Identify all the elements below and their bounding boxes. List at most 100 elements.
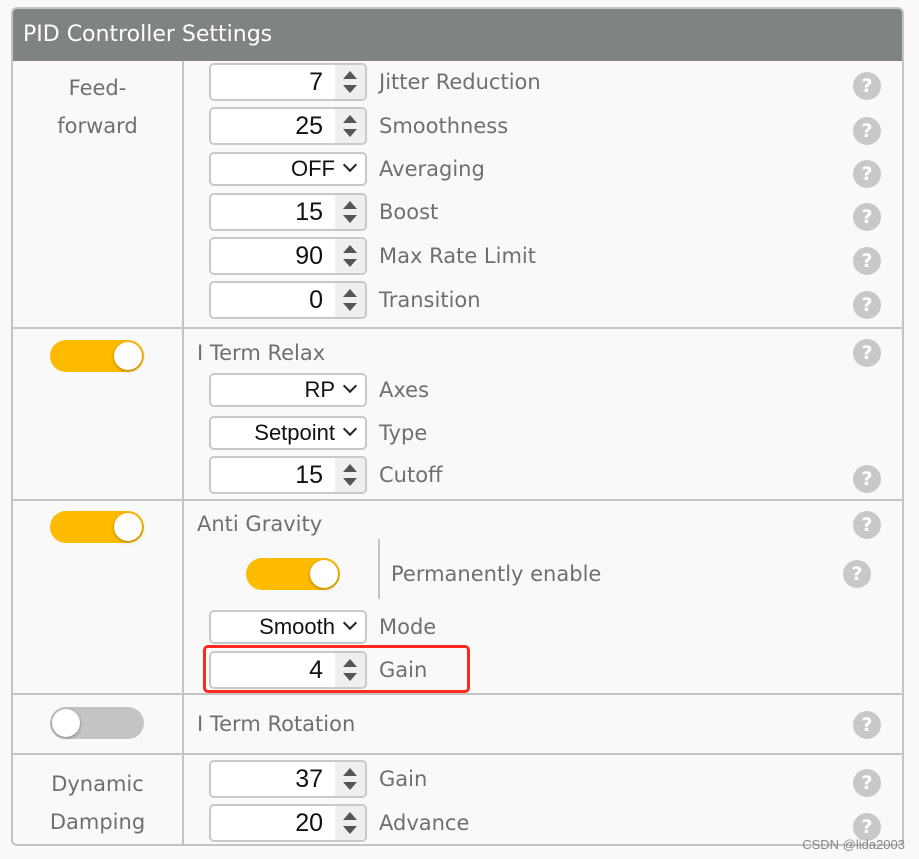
dynamic-damping-label-line1: Dynamic <box>51 772 144 796</box>
spin-down-icon[interactable] <box>343 129 357 137</box>
smoothness-input[interactable]: 25 <box>209 107 367 145</box>
dynamic-damping-label-cell: Dynamic Damping <box>13 755 184 844</box>
iterm-relax-toggle-cell <box>13 329 184 501</box>
mode-select[interactable]: Smooth <box>209 610 367 644</box>
axes-label: Axes <box>379 378 430 402</box>
max-rate-limit-spinner[interactable] <box>335 239 365 273</box>
jitter-reduction-input[interactable]: 7 <box>209 63 367 101</box>
spin-down-icon[interactable] <box>343 826 357 834</box>
annotation-highlight-box <box>203 645 470 693</box>
dynamic-damping-section: Dynamic Damping 37 Gain ? 20 Advance ? <box>13 753 902 844</box>
iterm-rotation-toggle[interactable] <box>50 707 144 739</box>
transition-spinner[interactable] <box>335 283 365 317</box>
iterm-rotation-title: I Term Rotation <box>197 712 356 736</box>
spin-down-icon[interactable] <box>343 478 357 486</box>
max-rate-limit-input[interactable]: 90 <box>209 237 367 275</box>
help-icon[interactable]: ? <box>853 160 881 188</box>
toggle-knob <box>114 342 142 370</box>
help-icon[interactable]: ? <box>853 203 881 231</box>
toggle-knob <box>310 560 338 588</box>
permanently-enable-toggle[interactable] <box>246 558 340 590</box>
help-icon[interactable]: ? <box>853 291 881 319</box>
boost-value: 15 <box>295 198 323 226</box>
divider <box>378 539 380 599</box>
spin-down-icon[interactable] <box>343 85 357 93</box>
dynamic-damping-gain-input[interactable]: 37 <box>209 760 367 798</box>
anti-gravity-toggle[interactable] <box>50 511 144 543</box>
averaging-value: OFF <box>291 156 335 181</box>
boost-spinner[interactable] <box>335 195 365 229</box>
type-value: Setpoint <box>254 420 335 445</box>
cutoff-label: Cutoff <box>379 463 443 487</box>
dynamic-damping-advance-spinner[interactable] <box>335 806 365 840</box>
anti-gravity-title: Anti Gravity <box>197 512 323 536</box>
dynamic-damping-advance-value: 20 <box>295 809 323 837</box>
feedforward-section: Feed- forward 7 Jitter Reduction ? 25 Sm… <box>13 61 902 329</box>
spin-up-icon[interactable] <box>343 115 357 123</box>
transition-value: 0 <box>309 286 323 314</box>
help-icon[interactable]: ? <box>853 769 881 797</box>
feedforward-label-line2: forward <box>57 114 138 138</box>
spin-down-icon[interactable] <box>343 303 357 311</box>
help-icon[interactable]: ? <box>853 465 881 493</box>
dynamic-damping-advance-label: Advance <box>379 811 470 835</box>
spin-up-icon[interactable] <box>343 812 357 820</box>
spin-up-icon[interactable] <box>343 245 357 253</box>
cutoff-spinner[interactable] <box>335 458 365 492</box>
help-icon[interactable]: ? <box>853 511 881 539</box>
feedforward-label-line1: Feed- <box>68 76 127 100</box>
mode-value: Smooth <box>259 614 335 639</box>
mode-label: Mode <box>379 615 437 639</box>
boost-label: Boost <box>379 200 439 224</box>
smoothness-spinner[interactable] <box>335 109 365 143</box>
spin-up-icon[interactable] <box>343 768 357 776</box>
chevron-down-icon <box>342 615 358 631</box>
toggle-knob <box>52 709 80 737</box>
iterm-relax-section: I Term Relax ? RP Axes Setpoint Type 15 … <box>13 327 902 501</box>
dynamic-damping-advance-input[interactable]: 20 <box>209 804 367 842</box>
spin-up-icon[interactable] <box>343 289 357 297</box>
help-icon[interactable]: ? <box>853 117 881 145</box>
cutoff-input[interactable]: 15 <box>209 456 367 494</box>
spin-up-icon[interactable] <box>343 201 357 209</box>
max-rate-limit-label: Max Rate Limit <box>379 244 536 268</box>
spin-down-icon[interactable] <box>343 259 357 267</box>
smoothness-value: 25 <box>295 112 323 140</box>
help-icon[interactable]: ? <box>853 339 881 367</box>
averaging-select[interactable]: OFF <box>209 152 367 186</box>
panel-title: PID Controller Settings <box>13 9 902 61</box>
anti-gravity-toggle-cell <box>13 501 184 695</box>
transition-input[interactable]: 0 <box>209 281 367 319</box>
spin-up-icon[interactable] <box>343 71 357 79</box>
help-icon[interactable]: ? <box>843 560 871 588</box>
help-icon[interactable]: ? <box>853 72 881 100</box>
type-select[interactable]: Setpoint <box>209 416 367 450</box>
dynamic-damping-gain-value: 37 <box>295 765 323 793</box>
pid-controller-settings-panel: PID Controller Settings Feed- forward 7 … <box>11 7 904 846</box>
boost-input[interactable]: 15 <box>209 193 367 231</box>
permanently-enable-label: Permanently enable <box>391 562 602 586</box>
dynamic-damping-gain-label: Gain <box>379 767 428 791</box>
help-icon[interactable]: ? <box>853 711 881 739</box>
max-rate-limit-value: 90 <box>295 242 323 270</box>
jitter-reduction-spinner[interactable] <box>335 65 365 99</box>
dynamic-damping-label-line2: Damping <box>49 810 146 834</box>
smoothness-label: Smoothness <box>379 114 509 138</box>
iterm-rotation-section: I Term Rotation ? <box>13 693 902 755</box>
spin-down-icon[interactable] <box>343 215 357 223</box>
axes-select[interactable]: RP <box>209 373 367 407</box>
iterm-relax-toggle[interactable] <box>50 340 144 372</box>
cutoff-value: 15 <box>295 461 323 489</box>
jitter-reduction-value: 7 <box>309 68 323 96</box>
help-icon[interactable]: ? <box>853 247 881 275</box>
jitter-reduction-label: Jitter Reduction <box>379 70 541 94</box>
spin-up-icon[interactable] <box>343 464 357 472</box>
iterm-relax-title: I Term Relax <box>197 341 326 365</box>
averaging-label: Averaging <box>379 157 485 181</box>
chevron-down-icon <box>342 378 358 394</box>
chevron-down-icon <box>342 421 358 437</box>
dynamic-damping-gain-spinner[interactable] <box>335 762 365 796</box>
iterm-rotation-toggle-cell <box>13 695 184 755</box>
watermark: CSDN @lida2003 <box>802 837 905 852</box>
spin-down-icon[interactable] <box>343 782 357 790</box>
